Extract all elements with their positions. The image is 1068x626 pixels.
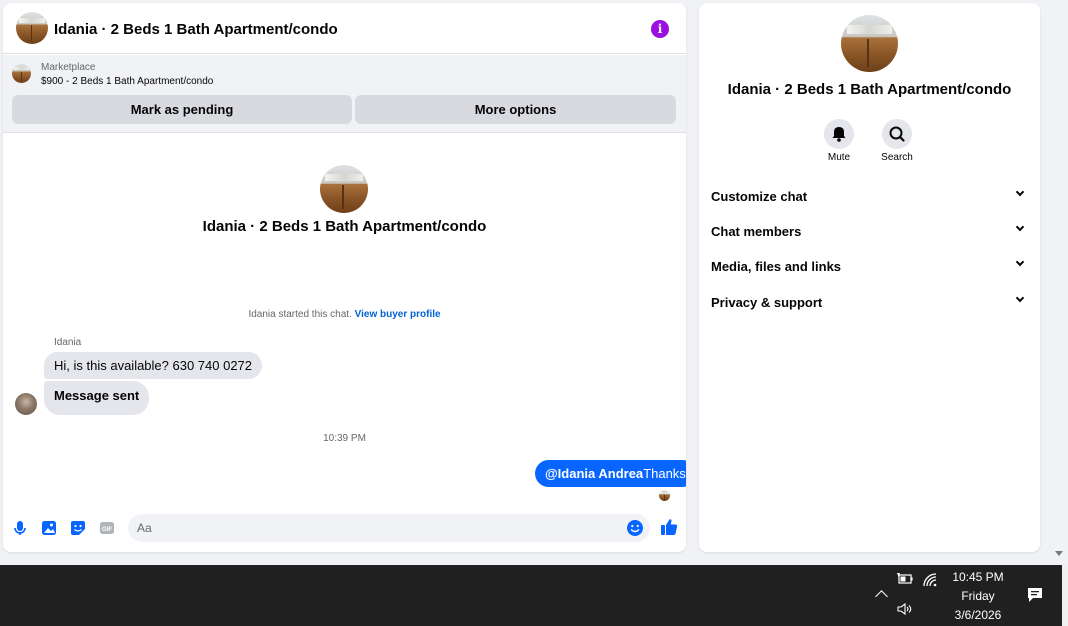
chat-avatar[interactable] xyxy=(16,12,48,44)
chat-panel: Idania · 2 Beds 1 Bath Apartment/condo i… xyxy=(3,3,686,552)
microphone-icon[interactable] xyxy=(11,519,29,537)
chat-start-note: Idania started this chat. View buyer pro… xyxy=(3,309,686,320)
marketplace-listing-bar: Marketplace $900 - 2 Beds 1 Bath Apartme… xyxy=(3,55,686,133)
message-timestamp: 10:39 PM xyxy=(323,433,366,444)
emoji-icon[interactable] xyxy=(626,519,644,537)
section-privacy-support[interactable]: Privacy & support xyxy=(699,287,1040,317)
mark-as-pending-button[interactable]: Mark as pending xyxy=(12,95,352,124)
sticker-icon[interactable] xyxy=(69,519,87,537)
wifi-icon[interactable] xyxy=(922,572,940,588)
gif-icon[interactable]: GIF xyxy=(98,519,116,537)
clock-time[interactable]: 10:45 PM xyxy=(940,570,1016,584)
message-text: Thanks xyxy=(643,466,686,481)
clock-day[interactable]: Friday xyxy=(940,589,1016,603)
listing-thumbnail[interactable] xyxy=(12,64,31,83)
listing-price-title[interactable]: $900 - 2 Beds 1 Bath Apartment/condo xyxy=(41,76,213,87)
image-icon[interactable] xyxy=(40,519,58,537)
search-icon xyxy=(889,126,905,142)
section-customize-chat[interactable]: Customize chat xyxy=(699,181,1040,211)
seen-indicator-avatar xyxy=(659,490,670,501)
section-chat-members[interactable]: Chat members xyxy=(699,216,1040,246)
message-input[interactable] xyxy=(128,514,650,542)
mention-text[interactable]: @Idania Andrea xyxy=(545,466,643,481)
show-desktop-strip[interactable] xyxy=(1062,565,1068,626)
thumbs-up-icon[interactable] xyxy=(659,517,679,537)
section-label: Media, files and links xyxy=(711,259,842,274)
section-media-files-links[interactable]: Media, files and links xyxy=(699,251,1040,281)
chevron-down-icon xyxy=(1015,187,1025,197)
chat-info-panel: Idania · 2 Beds 1 Bath Apartment/condo M… xyxy=(699,3,1040,552)
info-panel-title: Idania · 2 Beds 1 Bath Apartment/condo xyxy=(727,81,1012,98)
info-icon[interactable]: i xyxy=(651,20,669,38)
chevron-down-icon xyxy=(1015,222,1025,232)
listing-label: Marketplace xyxy=(41,62,96,73)
bell-icon xyxy=(832,127,846,142)
chat-header: Idania · 2 Beds 1 Bath Apartment/condo i xyxy=(3,3,686,54)
search-label: Search xyxy=(881,152,913,163)
view-buyer-profile-link[interactable]: View buyer profile xyxy=(355,309,441,320)
clock-date[interactable]: 3/6/2026 xyxy=(940,608,1016,622)
conversation-title: Idania · 2 Beds 1 Bath Apartment/condo xyxy=(202,218,487,235)
volume-icon[interactable] xyxy=(896,602,914,616)
notifications-icon[interactable] xyxy=(1026,586,1044,604)
chat-start-text: Idania started this chat. xyxy=(248,309,355,320)
message-bubble-outgoing[interactable]: @Idania AndreaThanks xyxy=(535,460,686,487)
gif-label: GIF xyxy=(102,527,112,533)
search-button[interactable] xyxy=(882,119,912,149)
message-bubble-incoming[interactable]: Hi, is this available? 630 740 0272 xyxy=(44,352,263,379)
taskbar: 10:45 PM Friday 3/6/2026 xyxy=(0,565,1068,626)
mute-button[interactable] xyxy=(824,119,854,149)
scroll-down-arrow[interactable] xyxy=(1055,551,1063,556)
conversation-avatar[interactable] xyxy=(320,165,368,213)
sender-name: Idania xyxy=(54,337,82,348)
more-options-button[interactable]: More options xyxy=(355,95,676,124)
mute-label: Mute xyxy=(827,152,851,163)
battery-icon[interactable] xyxy=(896,572,914,586)
section-label: Chat members xyxy=(711,224,802,239)
chevron-down-icon xyxy=(1015,293,1025,303)
section-label: Customize chat xyxy=(711,189,808,204)
sender-avatar[interactable] xyxy=(15,393,37,415)
chevron-up-icon[interactable] xyxy=(875,590,888,603)
section-label: Privacy & support xyxy=(711,295,823,310)
message-bubble-incoming[interactable]: Message sent xyxy=(44,381,150,415)
info-panel-avatar[interactable] xyxy=(841,15,898,72)
chat-title[interactable]: Idania · 2 Beds 1 Bath Apartment/condo xyxy=(54,21,338,38)
chevron-down-icon xyxy=(1015,257,1025,267)
